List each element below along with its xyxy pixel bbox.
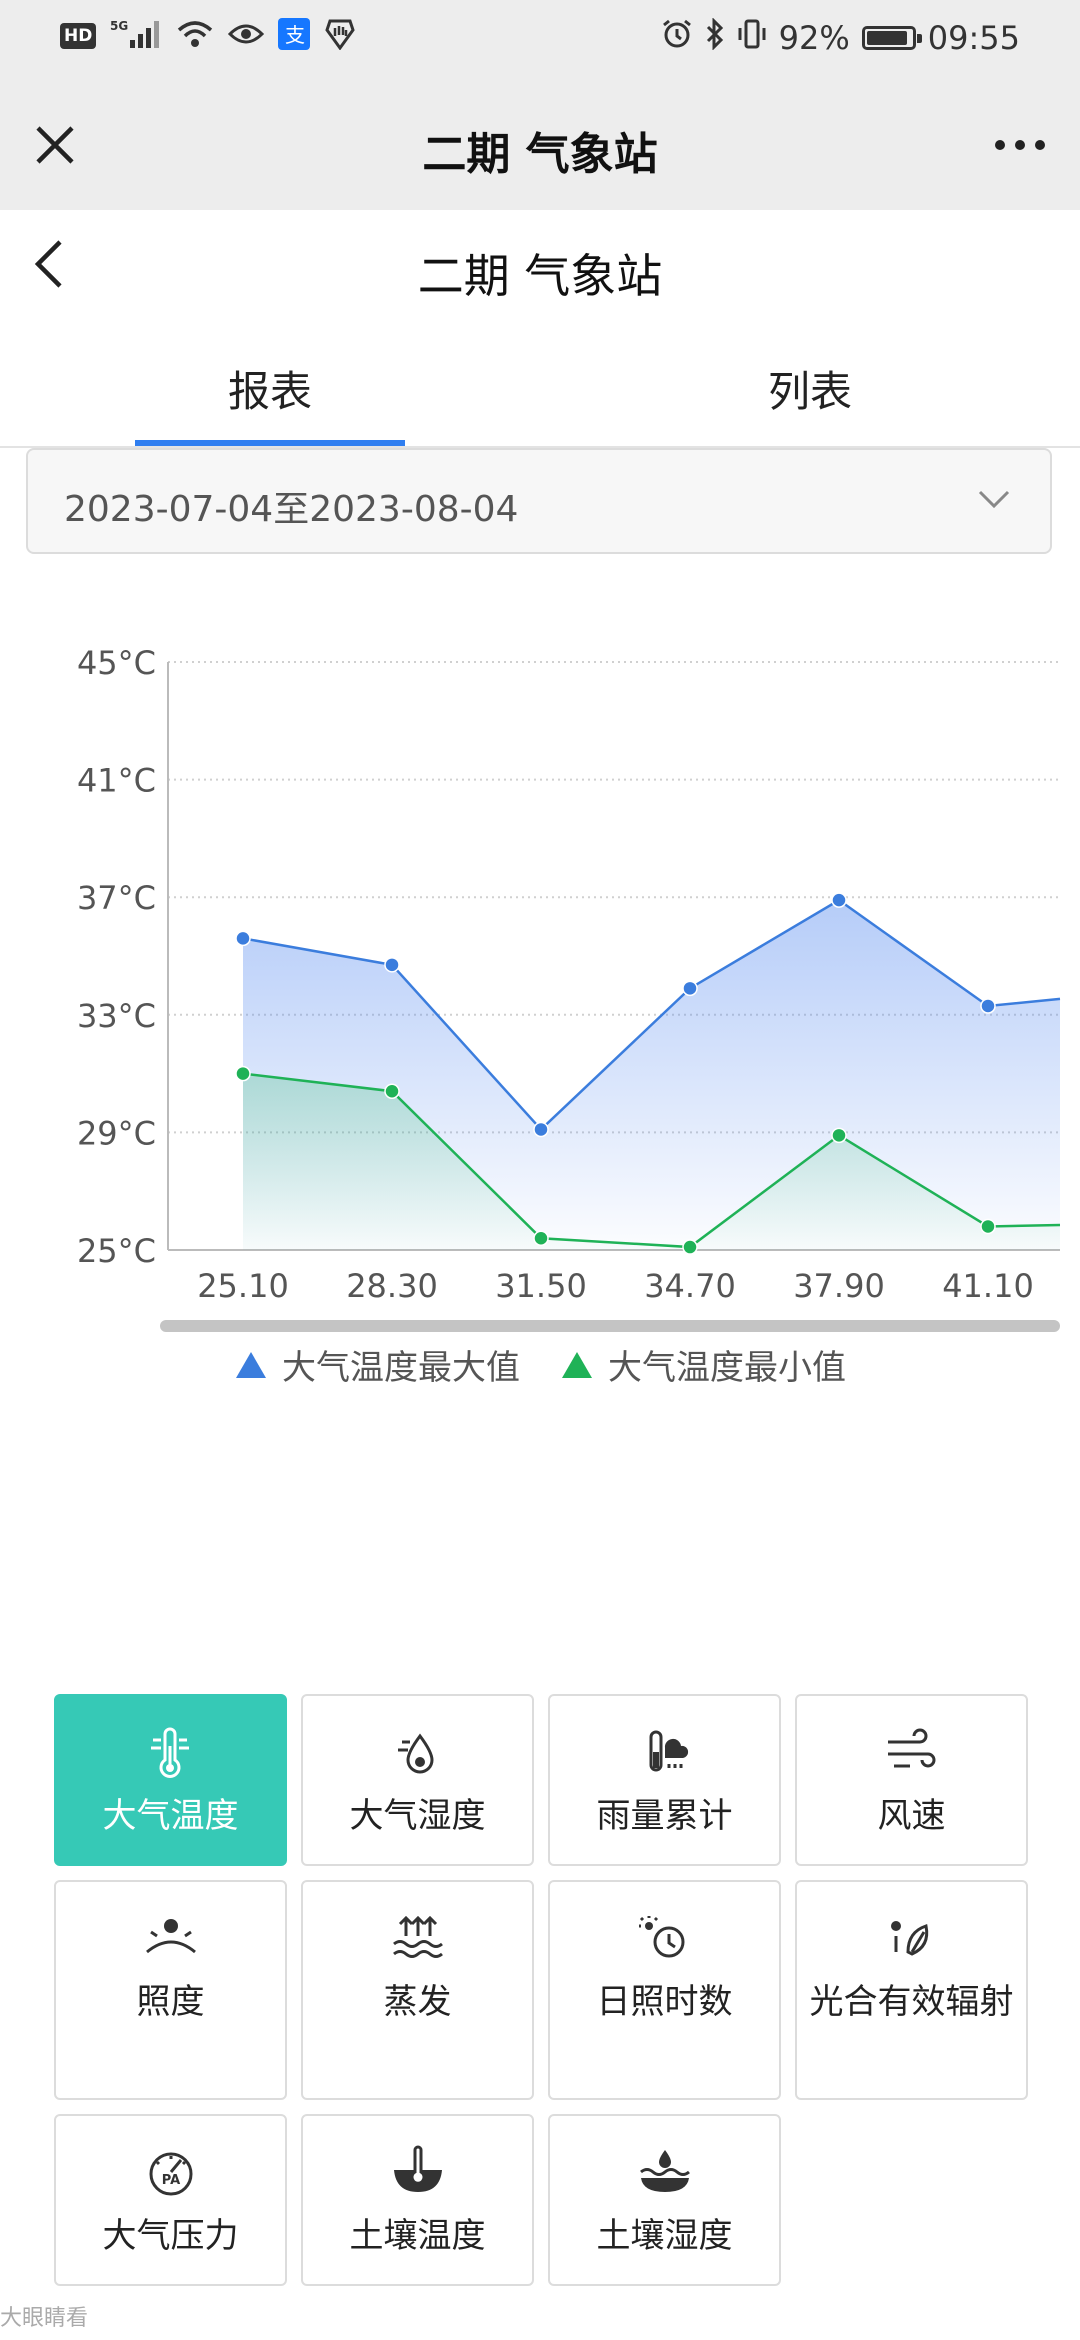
pressure-gauge-icon: PA — [56, 2144, 285, 2204]
data-point[interactable] — [235, 930, 251, 947]
metric-card-soil-drop[interactable]: 土壤湿度 — [548, 2114, 781, 2286]
metric-label: 照度 — [136, 1982, 205, 2022]
chevron-down-icon — [978, 490, 1010, 509]
x-tick-label: 34.70 — [644, 1267, 736, 1305]
x-tick-label: 41.10 — [942, 1267, 1034, 1305]
metric-card-sun-clock[interactable]: 日照时数 — [548, 1880, 781, 2100]
metric-card-rain-gauge[interactable]: 雨量累计 — [548, 1694, 781, 1866]
chart-scrollbar[interactable] — [160, 1320, 1060, 1332]
network-signal-icon: 5G — [110, 18, 162, 54]
more-button[interactable] — [990, 122, 1050, 168]
legend-label-max: 大气温度最大值 — [282, 1348, 520, 1388]
app-watermark-logo: 大眼睛看 — [0, 2306, 89, 2331]
svg-text:5G: 5G — [110, 19, 128, 33]
legend-label-min: 大气温度最小值 — [608, 1348, 846, 1388]
x-tick-label: 28.30 — [346, 1267, 438, 1305]
status-bar: HD 5G 支 92% 09:55 — [0, 0, 1080, 80]
y-tick-label: 33°C — [77, 997, 156, 1035]
metric-label: 风速 — [877, 1796, 946, 1836]
metric-card-thermometer[interactable]: 大气温度 — [54, 1694, 287, 1866]
active-tab-indicator — [135, 440, 405, 446]
clock-time: 09:55 — [927, 19, 1020, 57]
thermometer-icon — [56, 1724, 285, 1784]
triangle-icon — [236, 1351, 266, 1378]
y-tick-label: 41°C — [77, 762, 156, 800]
data-point[interactable] — [235, 1065, 251, 1082]
date-range-value: 2023-07-04至2023-08-04 — [64, 489, 519, 530]
sun-clock-icon — [550, 1910, 779, 1970]
alipay-icon: 支 — [278, 18, 311, 54]
legend-item-min[interactable]: 大气温度最小值 — [560, 1340, 846, 1389]
data-point[interactable] — [384, 957, 400, 973]
x-tick-label: 25.10 — [197, 1267, 289, 1305]
metric-card-evaporation[interactable]: 蒸发 — [301, 1880, 534, 2100]
alarm-icon — [661, 18, 693, 58]
bluetooth-icon — [705, 17, 725, 58]
wifi-icon — [176, 18, 214, 54]
data-point[interactable] — [980, 1218, 996, 1235]
metric-card-pressure-gauge[interactable]: PA 大气压力 — [54, 2114, 287, 2286]
data-point[interactable] — [682, 980, 698, 997]
y-tick-label: 29°C — [77, 1114, 156, 1152]
data-point[interactable] — [384, 1083, 400, 1099]
metric-card-humidity-drop[interactable]: 大气湿度 — [301, 1694, 534, 1866]
battery-percent: 92% — [778, 19, 850, 57]
soil-thermometer-icon — [303, 2144, 532, 2204]
metric-label: 土壤温度 — [349, 2216, 486, 2256]
rain-gauge-icon — [550, 1724, 779, 1784]
data-point[interactable] — [831, 1127, 847, 1144]
data-point[interactable] — [533, 1230, 549, 1246]
humidity-drop-icon — [303, 1724, 532, 1784]
y-tick-label: 45°C — [77, 644, 156, 682]
hand-shield-icon — [324, 18, 356, 54]
sunrise-icon — [56, 1910, 285, 1970]
legend-item-max[interactable]: 大气温度最大值 — [234, 1340, 520, 1389]
page-title: 二期 气象站 — [417, 249, 663, 303]
metric-label: 日照时数 — [596, 1982, 733, 2022]
metric-label: 大气压力 — [102, 2216, 239, 2256]
metric-card-wind[interactable]: 风速 — [795, 1694, 1028, 1866]
chart-legend: 大气温度最大值 大气温度最小值 — [0, 1340, 1080, 1389]
y-tick-label: 25°C — [77, 1232, 156, 1270]
svg-text:PA: PA — [161, 2173, 179, 2188]
y-tick-label: 37°C — [77, 879, 156, 917]
leaf-sun-icon — [797, 1910, 1026, 1970]
x-tick-label: 37.90 — [793, 1267, 885, 1305]
eye-icon — [228, 20, 265, 52]
metric-card-sunrise[interactable]: 照度 — [54, 1880, 287, 2100]
metric-card-soil-thermometer[interactable]: 土壤温度 — [301, 2114, 534, 2286]
data-point[interactable] — [533, 1121, 549, 1138]
webview-title: 二期 气象站 — [422, 129, 658, 180]
tab-bar: 报表 列表 — [0, 330, 1080, 448]
vibrate-icon — [737, 18, 767, 58]
svg-text:支: 支 — [285, 23, 305, 47]
battery-icon — [861, 26, 922, 50]
tab-report[interactable]: 报表 — [0, 358, 540, 419]
soil-drop-icon — [550, 2144, 779, 2204]
metric-label: 大气温度 — [102, 1796, 239, 1836]
metric-label: 蒸发 — [383, 1982, 452, 2022]
data-point[interactable] — [980, 998, 996, 1014]
webview-header: 二期 气象站 — [0, 80, 1080, 210]
hd-badge: HD — [60, 23, 97, 49]
metric-label: 土壤湿度 — [596, 2216, 733, 2256]
temperature-chart: 45°C 41°C 37°C 33°C 29°C 25°C 25.10 28.30 31.50… — [77, 644, 1061, 1332]
metric-card-leaf-sun[interactable]: 光合有效辐射 — [795, 1880, 1028, 2100]
metric-label: 雨量累计 — [596, 1796, 733, 1836]
wind-icon — [797, 1724, 1026, 1784]
metric-label: 光合有效辐射 — [809, 1982, 1014, 2022]
more-dots-icon — [995, 140, 1045, 150]
data-point[interactable] — [831, 892, 847, 908]
data-point[interactable] — [682, 1239, 698, 1255]
evaporation-icon — [303, 1910, 532, 1970]
metric-label: 大气湿度 — [349, 1796, 486, 1836]
x-tick-label: 31.50 — [495, 1267, 587, 1305]
date-range-select[interactable]: 2023-07-04至2023-08-04 — [26, 448, 1052, 554]
page-header: 二期 气象站 — [0, 210, 1080, 330]
triangle-icon — [562, 1351, 592, 1378]
tab-list[interactable]: 列表 — [540, 358, 1080, 419]
